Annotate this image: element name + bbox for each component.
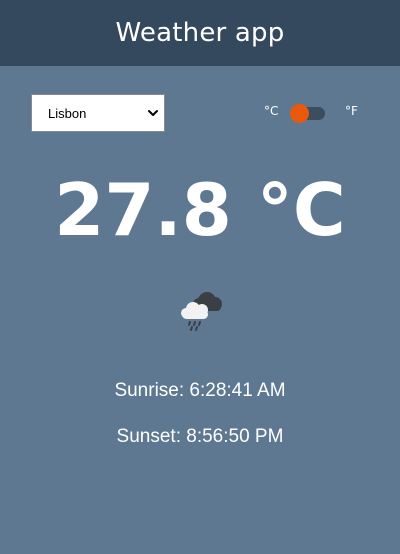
sunrise-time: Sunrise: 6:28:41 AM xyxy=(114,380,286,401)
app-header: Weather app xyxy=(0,0,400,66)
toggle-knob xyxy=(290,104,309,123)
fahrenheit-label: °F xyxy=(345,104,358,118)
unit-toggle[interactable] xyxy=(290,104,325,123)
app-title: Weather app xyxy=(115,18,285,48)
chevron-down-icon xyxy=(148,110,158,116)
temperature-value: 27.8 °C xyxy=(54,168,346,252)
celsius-label: °C xyxy=(264,104,279,118)
city-select-value: Lisbon xyxy=(48,105,87,121)
cloud-rain-icon xyxy=(181,292,222,331)
sunset-time: Sunset: 8:56:50 PM xyxy=(116,426,284,447)
city-select[interactable]: Lisbon xyxy=(31,94,165,132)
